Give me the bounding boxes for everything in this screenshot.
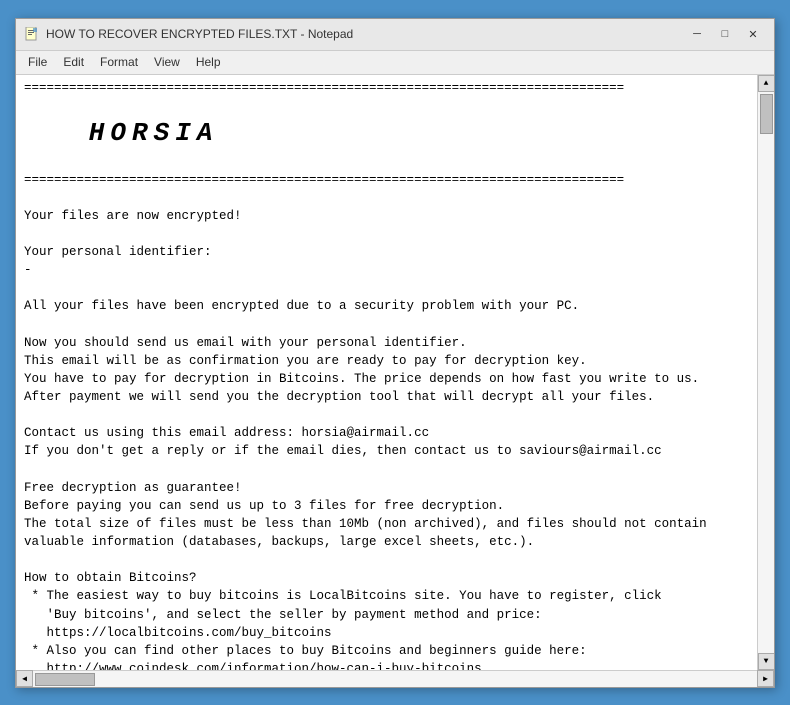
- maximize-button[interactable]: □: [712, 24, 738, 44]
- horizontal-scrollbar[interactable]: ◀ ▶: [16, 670, 774, 687]
- scroll-h-track[interactable]: [33, 671, 757, 687]
- content-area: ========================================…: [16, 75, 774, 670]
- close-button[interactable]: ✕: [740, 24, 766, 44]
- scroll-right-arrow[interactable]: ▶: [757, 670, 774, 687]
- scroll-down-arrow[interactable]: ▼: [758, 653, 775, 670]
- vertical-scrollbar[interactable]: ▲ ▼: [757, 75, 774, 670]
- menu-bar: File Edit Format View Help: [16, 51, 774, 75]
- menu-file[interactable]: File: [20, 53, 55, 71]
- window-title: HOW TO RECOVER ENCRYPTED FILES.TXT - Not…: [46, 27, 353, 41]
- text-editor[interactable]: ========================================…: [16, 75, 757, 670]
- scroll-h-thumb[interactable]: [35, 673, 95, 686]
- menu-help[interactable]: Help: [188, 53, 229, 71]
- scroll-up-arrow[interactable]: ▲: [758, 75, 775, 92]
- title-controls: ─ □ ✕: [684, 24, 766, 44]
- minimize-button[interactable]: ─: [684, 24, 710, 44]
- scroll-thumb[interactable]: [760, 94, 773, 134]
- scroll-track[interactable]: [758, 92, 774, 653]
- notepad-window: HOW TO RECOVER ENCRYPTED FILES.TXT - Not…: [15, 18, 775, 688]
- title-bar: HOW TO RECOVER ENCRYPTED FILES.TXT - Not…: [16, 19, 774, 51]
- scroll-left-arrow[interactable]: ◀: [16, 670, 33, 687]
- title-bar-left: HOW TO RECOVER ENCRYPTED FILES.TXT - Not…: [24, 26, 353, 42]
- menu-view[interactable]: View: [146, 53, 188, 71]
- menu-format[interactable]: Format: [92, 53, 146, 71]
- notepad-icon: [24, 26, 40, 42]
- menu-edit[interactable]: Edit: [55, 53, 92, 71]
